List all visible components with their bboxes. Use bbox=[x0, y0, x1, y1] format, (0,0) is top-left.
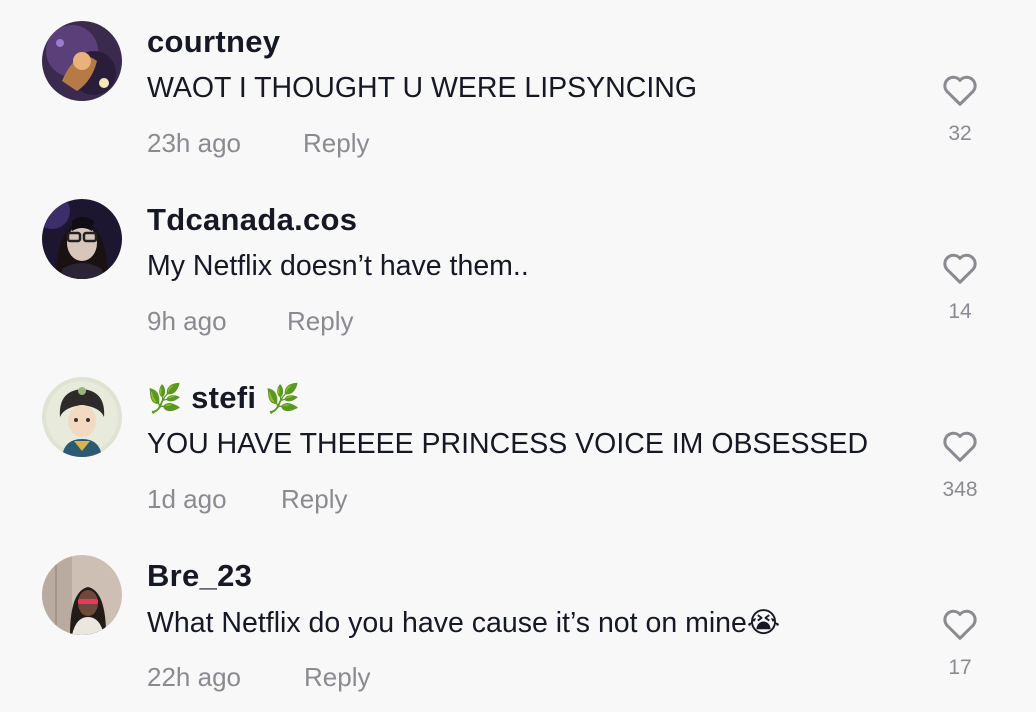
like-button[interactable] bbox=[940, 604, 980, 644]
reply-button[interactable]: Reply bbox=[303, 128, 369, 159]
comment-item: courtney WAOT I THOUGHT U WERE LIPSYNCIN… bbox=[0, 0, 1036, 178]
like-count: 348 bbox=[942, 478, 978, 501]
avatar[interactable] bbox=[42, 377, 122, 457]
comment-username[interactable]: Bre_23 bbox=[147, 558, 252, 594]
heart-outline-icon bbox=[943, 75, 977, 106]
reply-button[interactable]: Reply bbox=[287, 306, 353, 337]
like-count: 17 bbox=[948, 656, 972, 679]
avatar[interactable] bbox=[42, 21, 122, 101]
comment-text: What Netflix do you have cause it’s not … bbox=[147, 607, 781, 639]
comment-item: 🌿 stefi 🌿 YOU HAVE THEEEE PRINCESS VOICE… bbox=[0, 356, 1036, 534]
heart-outline-icon bbox=[943, 253, 977, 284]
comment-timestamp: 22h ago bbox=[147, 662, 241, 692]
reply-button[interactable]: Reply bbox=[304, 662, 370, 693]
heart-outline-icon bbox=[943, 609, 977, 640]
comment-timestamp: 1d ago bbox=[147, 484, 227, 514]
comment-timestamp: 9h ago bbox=[147, 306, 227, 336]
avatar[interactable] bbox=[42, 555, 122, 635]
comment-text: WAOT I THOUGHT U WERE LIPSYNCING bbox=[147, 72, 698, 104]
comment-item: Bre_23 What Netflix do you have cause it… bbox=[0, 534, 1036, 712]
username-label: stefi bbox=[191, 380, 257, 415]
like-button[interactable] bbox=[940, 70, 980, 110]
comment-text: YOU HAVE THEEEE PRINCESS VOICE IM OBSESS… bbox=[147, 428, 869, 460]
comment-username[interactable]: courtney bbox=[147, 24, 280, 60]
like-count: 14 bbox=[948, 300, 972, 323]
comment-item: Tdcanada.cos My Netflix doesn’t have the… bbox=[0, 178, 1036, 356]
comment-timestamp: 23h ago bbox=[147, 128, 241, 158]
avatar[interactable] bbox=[42, 199, 122, 279]
heart-outline-icon bbox=[943, 431, 977, 462]
reply-button[interactable]: Reply bbox=[281, 484, 347, 515]
comment-username[interactable]: 🌿 stefi 🌿 bbox=[147, 380, 300, 416]
like-count: 32 bbox=[948, 122, 972, 145]
herb-emoji: 🌿 bbox=[147, 383, 183, 414]
like-button[interactable] bbox=[940, 426, 980, 466]
comment-username[interactable]: Tdcanada.cos bbox=[147, 202, 357, 238]
herb-emoji: 🌿 bbox=[265, 383, 301, 414]
like-button[interactable] bbox=[940, 248, 980, 288]
comment-text: My Netflix doesn’t have them.. bbox=[147, 250, 529, 282]
